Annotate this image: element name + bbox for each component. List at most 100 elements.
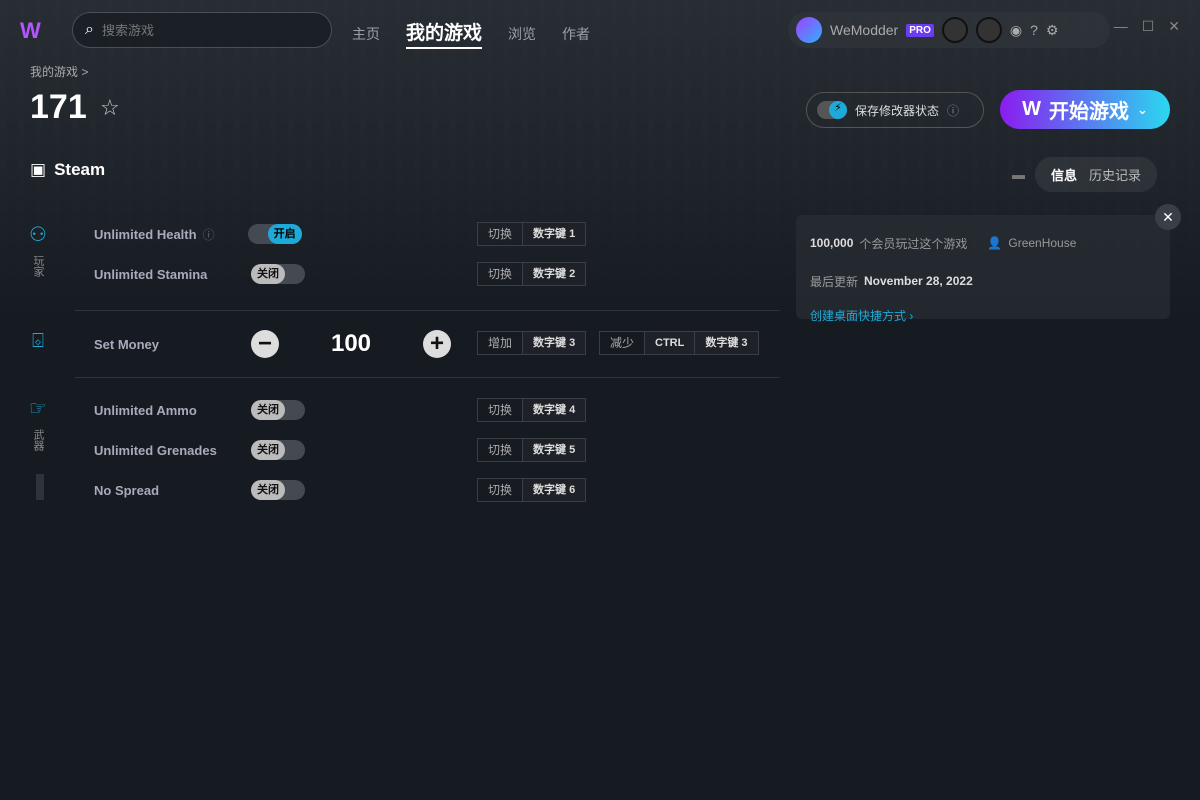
toggle[interactable]: ⚡: [817, 101, 847, 119]
chat-icon[interactable]: ▬: [1012, 167, 1025, 182]
gear-icon[interactable]: ⚙: [1046, 22, 1059, 39]
member-count: 100,000: [810, 236, 854, 250]
hotkey-action: 切换: [478, 479, 524, 501]
cheat-row: Unlimited Health ⓘ 开启: [94, 222, 302, 246]
cheat-row: Set Money −100 +: [94, 330, 451, 358]
toggle-state: 关闭: [251, 440, 285, 460]
category-label: 玩家: [32, 255, 44, 277]
hotkey[interactable]: 切换 数字键 2: [477, 262, 587, 286]
hotkey-key: 数字键 2: [523, 263, 586, 285]
info-tabs: ▬ 信息 历史记录: [1012, 157, 1158, 192]
save-state-label: 保存修改器状态: [855, 103, 940, 118]
category-player[interactable]: ⚇ 玩家: [28, 222, 48, 277]
plus-button[interactable]: +: [423, 330, 451, 358]
hotkey[interactable]: 切换 数字键 1: [477, 222, 587, 246]
steam-icon: ▣: [30, 160, 47, 179]
bolt-icon: ⚡: [829, 101, 847, 119]
hotkey-action: 切换: [478, 263, 524, 285]
divider: [75, 310, 780, 311]
play-label: 开始游戏: [1048, 101, 1129, 123]
tab-info[interactable]: 信息: [1051, 165, 1077, 184]
user-icon: 👤: [987, 236, 1003, 250]
user-icon: ⚇: [29, 224, 47, 246]
page-title: 171: [30, 88, 87, 126]
hotkey-key: 数字键 6: [523, 479, 586, 501]
search-icon: ⌕: [85, 21, 94, 38]
tab-history[interactable]: 历史记录: [1089, 165, 1141, 184]
cheat-row: Unlimited Ammo 关闭: [94, 398, 305, 422]
updated-label: 最后更新: [810, 274, 859, 289]
search-bar[interactable]: ⌕: [72, 12, 332, 48]
shortcut-link[interactable]: 创建桌面快捷方式 ›: [810, 307, 1156, 324]
cheat-toggle[interactable]: 关闭: [251, 440, 305, 460]
hotkey-action: 增加: [478, 332, 524, 354]
updated-date: November 28, 2022: [864, 274, 973, 288]
cheat-row: No Spread 关闭: [94, 478, 305, 502]
chevron-down-icon[interactable]: ⌄: [1137, 102, 1148, 118]
scrollbar[interactable]: [36, 474, 44, 500]
maximize-icon[interactable]: ☐: [1142, 18, 1155, 35]
hand-gun-icon: ☞: [29, 398, 47, 420]
cheat-name: No Spread: [94, 482, 160, 498]
nav-my-games[interactable]: 我的游戏: [406, 18, 483, 49]
avatar[interactable]: [796, 17, 822, 43]
wemod-logo[interactable]: W: [20, 18, 52, 43]
hotkey-action: 切换: [478, 439, 524, 461]
search-input[interactable]: [101, 22, 302, 38]
cheat-name: Set Money: [94, 336, 160, 352]
cheat-name: Unlimited Stamina: [94, 266, 208, 282]
hotkey-decrease[interactable]: 减少 CTRL 数字键 3: [599, 331, 759, 355]
divider: [75, 377, 780, 378]
money-value[interactable]: 100: [279, 330, 423, 358]
user-bar: WeModder PRO ◉ ? ⚙: [788, 12, 1110, 48]
cheat-toggle[interactable]: 开启: [247, 224, 302, 244]
username[interactable]: WeModder: [830, 22, 898, 38]
help-icon[interactable]: ?: [1030, 22, 1038, 38]
info-icon[interactable]: ⓘ: [203, 226, 248, 243]
star-icon[interactable]: ☆: [100, 95, 120, 121]
toggle-state: 关闭: [251, 400, 285, 420]
save-state-toggle[interactable]: ⚡ 保存修改器状态 ⓘ: [806, 92, 984, 128]
phone-icon[interactable]: [941, 17, 968, 43]
hotkey-key: 数字键 3: [695, 332, 758, 354]
platform: ▣ Steam: [30, 160, 105, 180]
pro-badge: PRO: [906, 23, 934, 37]
hotkey-key: 数字键 1: [523, 223, 586, 245]
category-weapons[interactable]: ☞ 武器: [28, 396, 48, 451]
main-nav: 主页 我的游戏 浏览 作者: [352, 18, 590, 49]
breadcrumb[interactable]: 我的游戏 >: [30, 63, 88, 80]
cheat-name: Unlimited Health: [94, 226, 197, 242]
toggle-state: 开启: [267, 224, 302, 244]
hotkey-key: 数字键 3: [523, 332, 586, 354]
hotkey-key: 数字键 5: [523, 439, 586, 461]
category-label: 武器: [32, 429, 44, 451]
category-inventory[interactable]: ⌺: [28, 330, 48, 353]
author[interactable]: GreenHouse: [1008, 236, 1076, 250]
hotkey-increase[interactable]: 增加 数字键 3: [477, 331, 587, 355]
chest-icon: ⌺: [32, 330, 44, 352]
hotkey[interactable]: 切换 数字键 6: [477, 478, 587, 502]
info-panel: 100,000 个会员玩过这个游戏 👤 GreenHouse 最后更新 November…: [796, 215, 1170, 323]
toggle-state: 关闭: [251, 480, 285, 500]
discord-icon[interactable]: ◉: [1010, 22, 1022, 39]
cheat-toggle[interactable]: 关闭: [251, 400, 305, 420]
close-window-icon[interactable]: ✕: [1168, 18, 1180, 35]
overlay-icon[interactable]: [975, 17, 1002, 43]
hotkey[interactable]: 切换 数字键 4: [477, 398, 587, 422]
info-icon[interactable]: ⓘ: [947, 102, 959, 119]
play-button[interactable]: W 开始游戏 ⌄: [1000, 90, 1170, 129]
hotkey-action: 切换: [478, 399, 524, 421]
hotkey[interactable]: 切换 数字键 5: [477, 438, 587, 462]
minus-button[interactable]: −: [251, 330, 279, 358]
cheat-toggle[interactable]: 关闭: [251, 264, 305, 284]
minimize-icon[interactable]: —: [1114, 18, 1128, 35]
nav-home[interactable]: 主页: [352, 24, 380, 44]
nav-creators[interactable]: 作者: [562, 24, 590, 44]
cheat-toggle[interactable]: 关闭: [251, 480, 305, 500]
toggle-state: 关闭: [251, 264, 285, 284]
cheat-row: Unlimited Grenades 关闭: [94, 438, 305, 462]
hotkey-key: 数字键 4: [523, 399, 586, 421]
nav-browse[interactable]: 浏览: [508, 24, 536, 44]
cheat-name: Unlimited Ammo: [94, 402, 197, 418]
close-icon[interactable]: ✕: [1155, 204, 1181, 230]
